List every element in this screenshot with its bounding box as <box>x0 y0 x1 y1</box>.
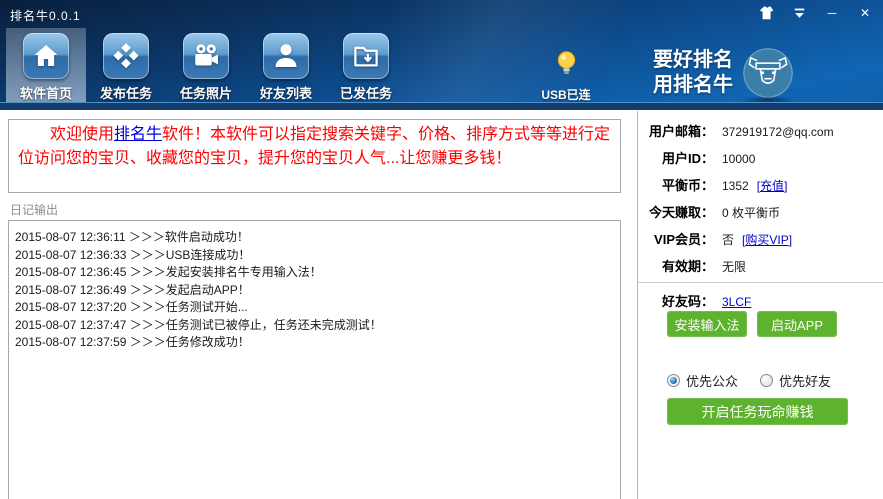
brand-slogan: 要好排名 用排名牛 <box>653 48 733 98</box>
bracket-close: ] <box>784 179 788 193</box>
vip-value: 否 <box>722 233 735 247</box>
account-row-email: 用户邮箱： 372919172@qq.com <box>638 121 878 140</box>
welcome-banner: 欢迎使用排名牛软件！本软件可以指定搜索关键字、价格、排序方式等等进行定位访问您的… <box>8 119 621 193</box>
slogan-line-1: 要好排名 <box>653 49 733 71</box>
lightbulb-icon <box>553 51 580 81</box>
nav-item-sent-tasks[interactable]: 已发任务 <box>326 28 406 102</box>
account-row-validity: 有效期： 无限 <box>638 256 878 275</box>
usb-status: USB已连 <box>527 50 605 103</box>
titlebar: 排名牛0.0.1 ─ ✕ <box>0 0 883 28</box>
log-output-box[interactable]: 2015-08-07 12:36:11 ＞＞＞软件启动成功！ 2015-08-0… <box>8 220 621 499</box>
friend-code-label: 好友码： <box>661 294 714 309</box>
header-area: 排名牛0.0.1 ─ ✕ 软件首页 发布任务 任务照片 好友列表 已发任务 US… <box>0 0 883 110</box>
account-row-vip: VIP会员： 否 [购买VIP] <box>638 229 878 248</box>
folder-icon <box>343 33 389 79</box>
coins-label: 平衡币： <box>661 178 714 193</box>
earned-today-label: 今天赚取： <box>648 205 714 220</box>
account-panel: 用户邮箱： 372919172@qq.com 用户ID： 10000 平衡币： … <box>638 121 878 318</box>
app-name-link[interactable]: 排名牛 <box>114 126 162 143</box>
install-ime-button[interactable]: 安装输入法 <box>667 311 747 337</box>
account-row-userid: 用户ID： 10000 <box>638 148 878 167</box>
minimize-icon[interactable]: ─ <box>824 5 840 21</box>
log-entry: 2015-08-07 12:36:11 ＞＞＞软件启动成功！ <box>15 230 249 244</box>
log-output-header: 日记输出 <box>10 203 59 217</box>
skin-icon[interactable] <box>758 5 774 21</box>
person-icon <box>263 33 309 79</box>
recharge-link[interactable]: 充值 <box>760 177 784 194</box>
log-entry: 2015-08-07 12:37:47 ＞＞＞任务测试已被停止，任务还未完成测试… <box>15 317 382 332</box>
bracket-close: ] <box>788 233 793 247</box>
log-entry: 2015-08-07 12:36:33 ＞＞＞USB连接成功！ <box>15 247 251 262</box>
account-row-earned-today: 今天赚取： 0 枚平衡币 <box>638 202 878 221</box>
friend-code-link[interactable]: 3LCF <box>722 295 751 309</box>
coins-value: 1352 <box>722 179 749 193</box>
window-title: 排名牛0.0.1 <box>10 9 81 23</box>
radio-priority-friends-label: 优先好友 <box>779 374 832 389</box>
welcome-text-prefix: 欢迎使用 <box>50 126 115 143</box>
log-entry: 2015-08-07 12:36:45 ＞＞＞发起安装排名牛专用输入法！ <box>15 265 322 279</box>
userid-value: 10000 <box>722 152 756 166</box>
home-icon <box>23 33 69 79</box>
account-row-friend-code: 好友码： 3LCF <box>638 291 878 310</box>
window-controls: ─ ✕ <box>758 5 873 21</box>
slogan-line-2: 用排名牛 <box>653 74 733 96</box>
validity-value: 无限 <box>722 260 747 274</box>
log-entry: 2015-08-07 12:37:59 ＞＞＞任务修改成功！ <box>15 335 250 349</box>
nav-bottom-strip <box>0 102 883 110</box>
email-value: 372919172@qq.com <box>722 125 834 139</box>
radio-priority-public[interactable] <box>667 374 680 387</box>
email-label: 用户邮箱： <box>648 124 714 139</box>
start-task-button[interactable]: 开启任务玩命赚钱 <box>667 398 848 425</box>
usb-status-label: USB已连 <box>541 88 591 102</box>
nav-item-task-photos[interactable]: 任务照片 <box>166 28 246 102</box>
priority-radio-group: 优先公众 优先好友 <box>667 371 853 390</box>
log-entry: 2015-08-07 12:37:20 ＞＞＞任务测试开始... <box>15 300 248 314</box>
main-nav: 软件首页 发布任务 任务照片 好友列表 已发任务 <box>6 28 406 102</box>
app-window: 排名牛0.0.1 ─ ✕ 软件首页 发布任务 任务照片 好友列表 已发任务 US… <box>0 0 883 499</box>
radio-priority-friends[interactable] <box>760 374 774 387</box>
radio-priority-public-label: 优先公众 <box>686 374 739 389</box>
account-row-coins: 平衡币： 1352 [充值] <box>638 175 878 194</box>
bull-logo-icon <box>743 48 793 98</box>
vip-label: VIP会员： <box>654 232 714 247</box>
brand-logo <box>739 46 797 106</box>
nav-item-home[interactable]: 软件首页 <box>6 28 86 102</box>
movie-camera-icon <box>183 33 229 79</box>
launch-app-button[interactable]: 启动APP <box>757 311 837 337</box>
log-entry: 2015-08-07 12:36:49 ＞＞＞发起启动APP！ <box>15 282 250 297</box>
validity-label: 有效期： <box>661 259 714 274</box>
collapse-icon[interactable] <box>791 5 807 21</box>
diamonds-icon <box>103 33 149 79</box>
close-icon[interactable]: ✕ <box>857 5 873 21</box>
buy-vip-link[interactable]: 购买VIP <box>745 231 788 248</box>
nav-item-publish-task[interactable]: 发布任务 <box>86 28 166 102</box>
nav-item-friends-list[interactable]: 好友列表 <box>246 28 326 102</box>
earned-today-value: 0 枚平衡币 <box>722 206 781 220</box>
userid-label: 用户ID： <box>661 151 714 166</box>
